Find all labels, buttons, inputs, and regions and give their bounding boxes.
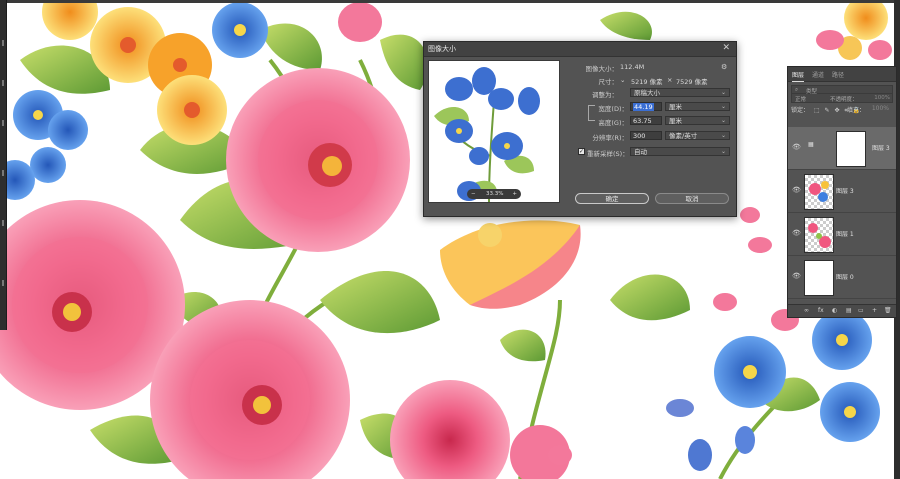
tool-icon[interactable] — [2, 40, 4, 46]
zoom-in-icon[interactable]: + — [512, 191, 517, 197]
fit-to-value: 原稿大小 — [634, 89, 660, 97]
lock-position-icon[interactable]: ✥ — [834, 107, 839, 114]
adjustment-icon[interactable]: ▤ — [846, 307, 852, 314]
height-label: 高度(G)： — [598, 119, 628, 127]
layer-thumbnail[interactable] — [804, 217, 834, 253]
panel-tabs: 图层 通道 路径 — [788, 67, 896, 82]
zoom-out-icon[interactable]: − — [471, 191, 476, 197]
resolution-label: 分辨率(R)： — [592, 134, 628, 142]
width-unit-select[interactable]: 厘米 ⌄ — [665, 102, 730, 111]
layer-row[interactable]: 👁 图层 3 — [788, 170, 896, 213]
zoom-value: 33.3% — [486, 190, 504, 197]
opacity-label: 不透明度： — [830, 97, 858, 103]
height-input[interactable]: 63.75 — [630, 116, 662, 125]
layer-row[interactable]: 👁 图层 0 — [788, 256, 896, 299]
fill-label: 填充： — [847, 107, 866, 114]
preview-artwork — [434, 67, 540, 202]
lock-pixels-icon[interactable]: ✎ — [825, 107, 830, 114]
tool-icon[interactable] — [2, 120, 4, 126]
layer-row[interactable]: 👁 ▦ 图层 3 — [788, 127, 896, 170]
layer-filter-row[interactable]: ⌕ 类型 — [791, 85, 893, 95]
width-label: 宽度(D)： — [598, 105, 628, 113]
chevron-down-icon: ⌄ — [720, 132, 726, 139]
link-layers-icon[interactable]: ∞ — [804, 307, 809, 314]
folder-icon[interactable]: ▭ — [858, 307, 864, 314]
image-preview[interactable]: − 33.3% + — [428, 60, 560, 203]
resolution-input[interactable]: 300 — [630, 131, 662, 140]
width-value: 44.19 — [633, 103, 654, 111]
eye-icon[interactable]: 👁 — [792, 272, 801, 280]
chevron-down-icon: ⌄ — [720, 117, 726, 124]
blend-opacity-row[interactable]: 正常 不透明度： 100% — [791, 94, 893, 103]
dimensions-separator: × — [667, 76, 673, 84]
eye-icon[interactable]: 👁 — [792, 143, 801, 151]
left-toolbar[interactable] — [0, 0, 7, 330]
width-input[interactable]: 44.19 — [630, 102, 662, 111]
layer-thumbnail-art — [809, 181, 829, 202]
layers-panel: 图层 通道 路径 ⌕ 类型 正常 不透明度： 100% 锁定： ⬚ ✎ ✥ ⌗ … — [787, 66, 897, 318]
eye-icon[interactable]: 👁 — [792, 186, 801, 194]
chevron-down-icon: ⌄ — [720, 148, 726, 155]
preview-zoom-control: − 33.3% + — [467, 189, 521, 199]
layer-name[interactable]: 图层 1 — [836, 229, 854, 238]
layer-chain-icon: ▦ — [808, 141, 814, 148]
resample-value: 自动 — [634, 148, 647, 156]
layer-thumbnail[interactable] — [804, 260, 834, 296]
layer-name[interactable]: 图层 3 — [836, 186, 854, 195]
ok-button[interactable]: 确定 — [575, 193, 649, 204]
dialog-titlebar[interactable]: 图像大小 ✕ — [424, 42, 736, 57]
fit-to-label: 调整为： — [592, 91, 618, 99]
blend-mode: 正常 — [795, 97, 807, 103]
dimensions-height: 7529 像素 — [676, 78, 708, 86]
width-unit: 厘米 — [669, 103, 682, 111]
lock-label: 锁定： — [791, 107, 810, 114]
height-unit: 厘米 — [669, 117, 682, 125]
dimensions-label: 尺寸： — [598, 78, 619, 86]
opacity-value: 100% — [874, 95, 890, 101]
eye-icon[interactable]: 👁 — [792, 229, 801, 237]
tab-layers[interactable]: 图层 — [792, 70, 805, 82]
chevron-down-icon: ⌄ — [720, 89, 726, 96]
tool-icon[interactable] — [2, 170, 4, 176]
dialog-title: 图像大小 — [428, 45, 456, 53]
layer-mask-thumbnail[interactable] — [836, 131, 866, 167]
resample-label: 重新采样(S)： — [587, 150, 629, 158]
mask-icon[interactable]: ◐ — [832, 307, 837, 314]
image-size-value: 112.4M — [620, 63, 645, 71]
layer-name[interactable]: 图层 3 — [872, 143, 890, 152]
tab-paths[interactable]: 路径 — [832, 70, 844, 79]
tool-icon[interactable] — [2, 80, 4, 86]
tab-channels[interactable]: 通道 — [812, 70, 824, 79]
tool-icon[interactable] — [2, 280, 4, 286]
lock-transparent-icon[interactable]: ⬚ — [814, 107, 820, 114]
image-size-label: 图像大小： — [585, 65, 619, 73]
resolution-unit: 像素/英寸 — [669, 132, 698, 140]
layer-thumbnail[interactable] — [804, 174, 834, 210]
fit-to-select[interactable]: 原稿大小 ⌄ — [630, 88, 730, 97]
lock-row: 锁定： ⬚ ✎ ✥ ⌗ 🔒 填充： 100% — [791, 105, 893, 114]
resample-checkbox[interactable]: ✓ — [578, 148, 585, 155]
close-icon[interactable]: ✕ — [722, 43, 730, 53]
trash-icon[interactable]: 🗑 — [884, 307, 892, 314]
layer-name[interactable]: 图层 0 — [836, 272, 854, 281]
tool-icon[interactable] — [2, 220, 4, 226]
resample-select[interactable]: 自动 ⌄ — [630, 147, 730, 156]
fill-value: 100% — [871, 105, 889, 112]
layers-panel-footer: ∞ fx ◐ ▤ ▭ + 🗑 — [788, 304, 896, 317]
dimensions-dropdown-icon[interactable]: ⌄ — [620, 76, 625, 84]
search-icon: ⌕ — [795, 87, 799, 93]
resolution-value: 300 — [633, 132, 646, 140]
dimensions-width: 5219 像素 — [631, 78, 663, 86]
height-unit-select[interactable]: 厘米 ⌄ — [665, 116, 730, 125]
layer-row[interactable]: 👁 图层 1 — [788, 213, 896, 256]
new-layer-icon[interactable]: + — [872, 307, 877, 314]
height-value: 63.75 — [633, 117, 652, 125]
gear-icon[interactable]: ⚙ — [721, 63, 727, 71]
chevron-down-icon: ⌄ — [720, 103, 726, 110]
resolution-unit-select[interactable]: 像素/英寸 ⌄ — [665, 131, 730, 140]
top-strip — [0, 0, 900, 3]
cancel-button[interactable]: 取消 — [655, 193, 729, 204]
fx-icon[interactable]: fx — [818, 307, 824, 314]
layer-thumbnail-art — [808, 223, 831, 248]
